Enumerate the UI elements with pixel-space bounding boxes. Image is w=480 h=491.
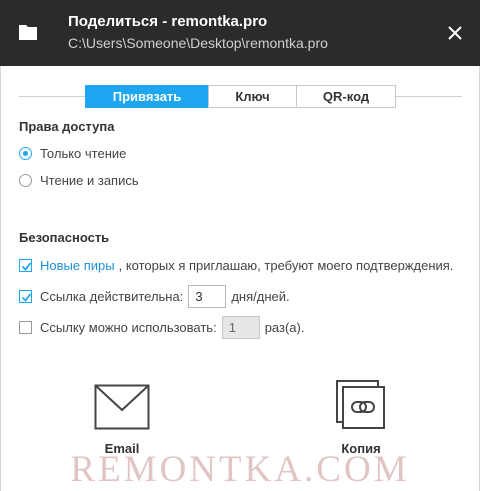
title-bar: Поделиться - remontka.pro C:\Users\Someo…	[0, 0, 480, 66]
link-uses-option: Ссылку можно использовать: раз(а).	[19, 316, 304, 339]
copy-link-icon[interactable]	[335, 379, 387, 431]
radio-label: Чтение и запись	[40, 173, 139, 188]
access-heading: Права доступа	[19, 119, 115, 134]
tab-bar: Привязать Ключ QR-код	[85, 85, 396, 108]
radio-button[interactable]	[19, 174, 32, 187]
link-valid-unit: дня/дней.	[231, 289, 290, 304]
envelope-icon[interactable]	[94, 384, 150, 430]
link-valid-days-input[interactable]	[188, 285, 227, 308]
tab-qr-code[interactable]: QR-код	[296, 85, 396, 108]
radio-button[interactable]	[19, 147, 32, 160]
link-valid-option: Ссылка действительна: дня/дней.	[19, 285, 290, 308]
radio-read-only[interactable]: Только чтение	[19, 146, 126, 161]
share-panel: Привязать Ключ QR-код Права доступа Толь…	[0, 66, 480, 491]
new-peers-link[interactable]: Новые пиры	[40, 258, 115, 273]
tab-key[interactable]: Ключ	[208, 85, 297, 108]
link-uses-unit: раз(а).	[264, 320, 305, 335]
link-uses-count-input[interactable]	[221, 316, 260, 339]
tab-link[interactable]: Привязать	[85, 85, 209, 108]
checkmark-icon	[21, 293, 32, 302]
watermark: REMONTKA.COM	[70, 449, 410, 490]
window-title: Поделиться - remontka.pro	[68, 13, 268, 30]
link-uses-checkbox[interactable]	[19, 321, 32, 334]
new-peers-checkbox[interactable]	[19, 259, 32, 272]
new-peers-option: Новые пиры , которых я приглашаю, требую…	[19, 258, 453, 273]
close-icon[interactable]	[440, 18, 470, 48]
folder-icon	[19, 25, 37, 40]
link-valid-label: Ссылка действительна:	[40, 289, 184, 304]
radio-read-write[interactable]: Чтение и запись	[19, 173, 139, 188]
window-path: C:\Users\Someone\Desktop\remontka.pro	[68, 35, 328, 51]
link-uses-label: Ссылку можно использовать:	[40, 320, 217, 335]
security-heading: Безопасность	[19, 230, 110, 245]
link-valid-checkbox[interactable]	[19, 290, 32, 303]
tab-divider-left	[19, 96, 85, 97]
tab-divider-right	[396, 96, 462, 97]
checkmark-icon	[21, 262, 32, 271]
new-peers-text: , которых я приглашаю, требуют моего под…	[118, 258, 454, 273]
radio-label: Только чтение	[40, 146, 127, 161]
